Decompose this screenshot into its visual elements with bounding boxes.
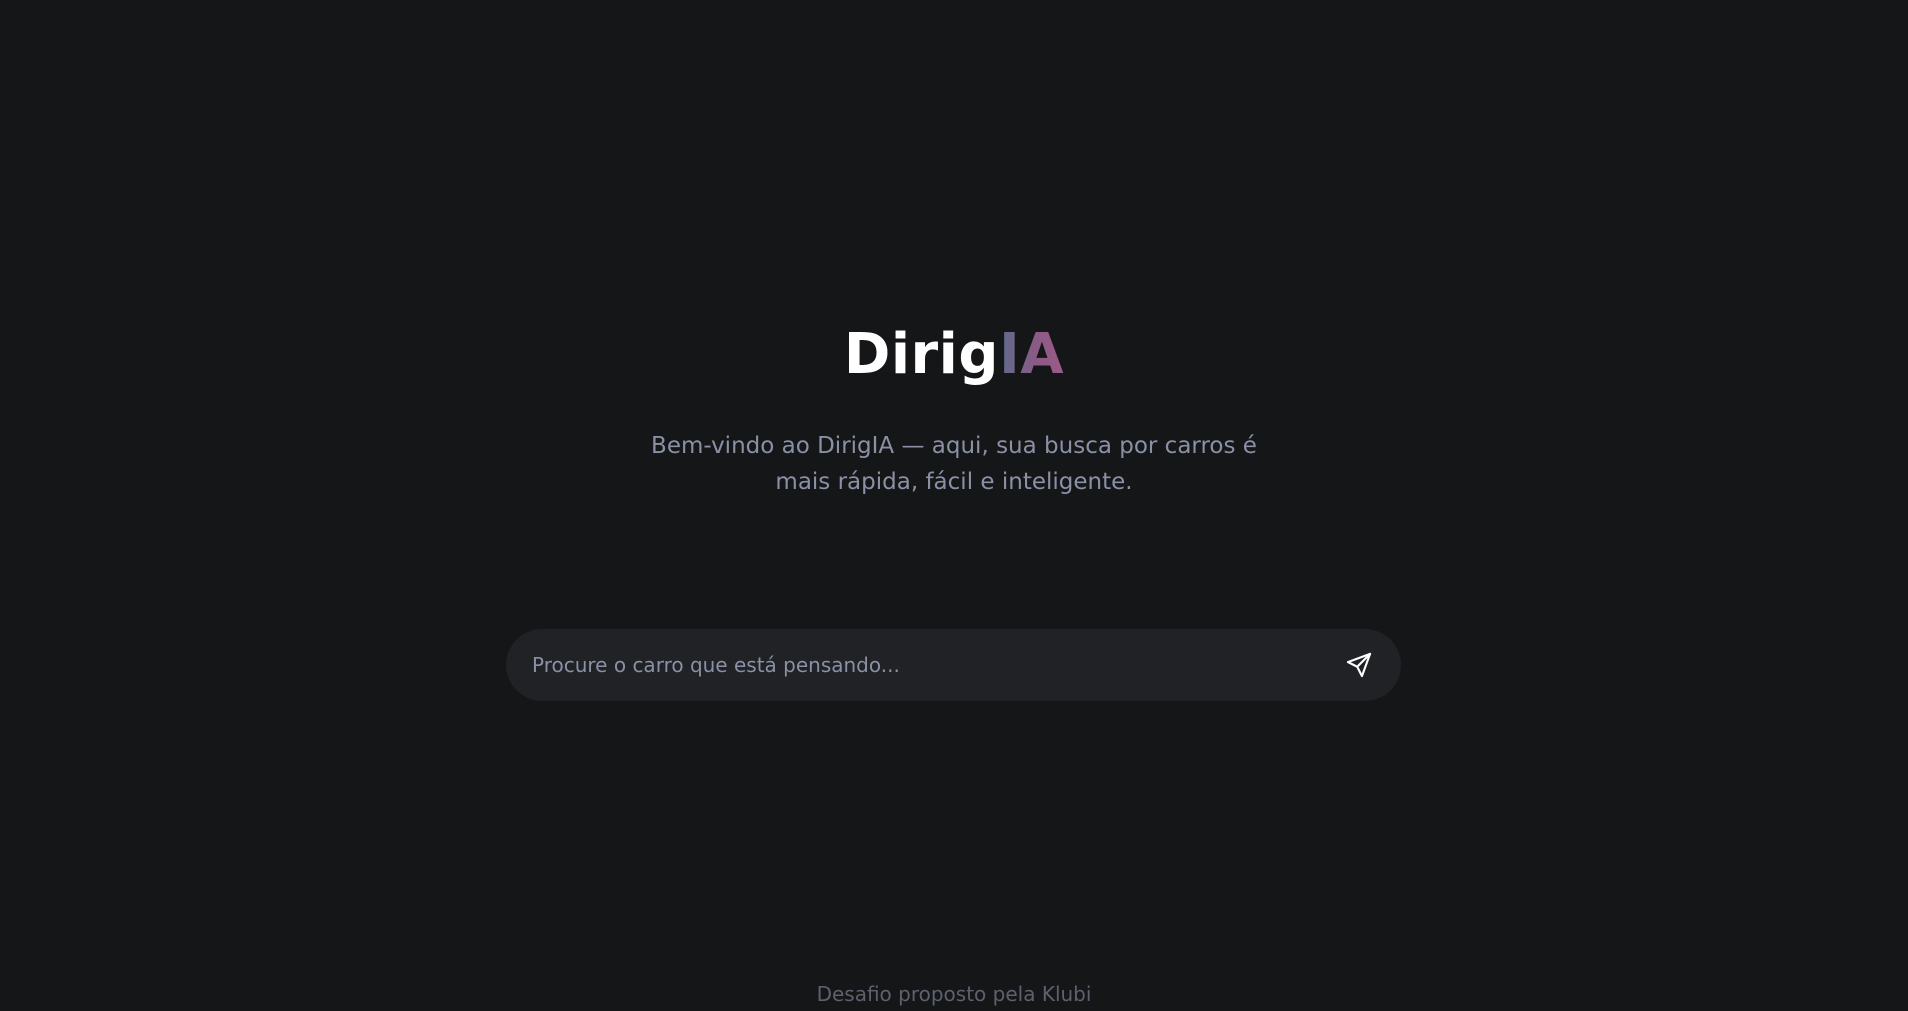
search-input[interactable] bbox=[530, 628, 1329, 702]
send-icon bbox=[1345, 651, 1373, 679]
footer-credit: Desafio proposto pela Klubi bbox=[816, 982, 1092, 1006]
app-logo: DirigIA bbox=[0, 320, 1908, 390]
logo-accent-text: IA bbox=[998, 322, 1065, 387]
search-bar bbox=[506, 628, 1401, 702]
logo-main-text: Dirig bbox=[843, 322, 999, 387]
welcome-subtitle: Bem-vindo ao DirigIA — aqui, sua busca p… bbox=[651, 433, 1257, 495]
send-button[interactable] bbox=[1341, 647, 1377, 683]
hero-section: DirigIA Bem-vindo ao DirigIA — aqui, sua… bbox=[0, 320, 1908, 500]
